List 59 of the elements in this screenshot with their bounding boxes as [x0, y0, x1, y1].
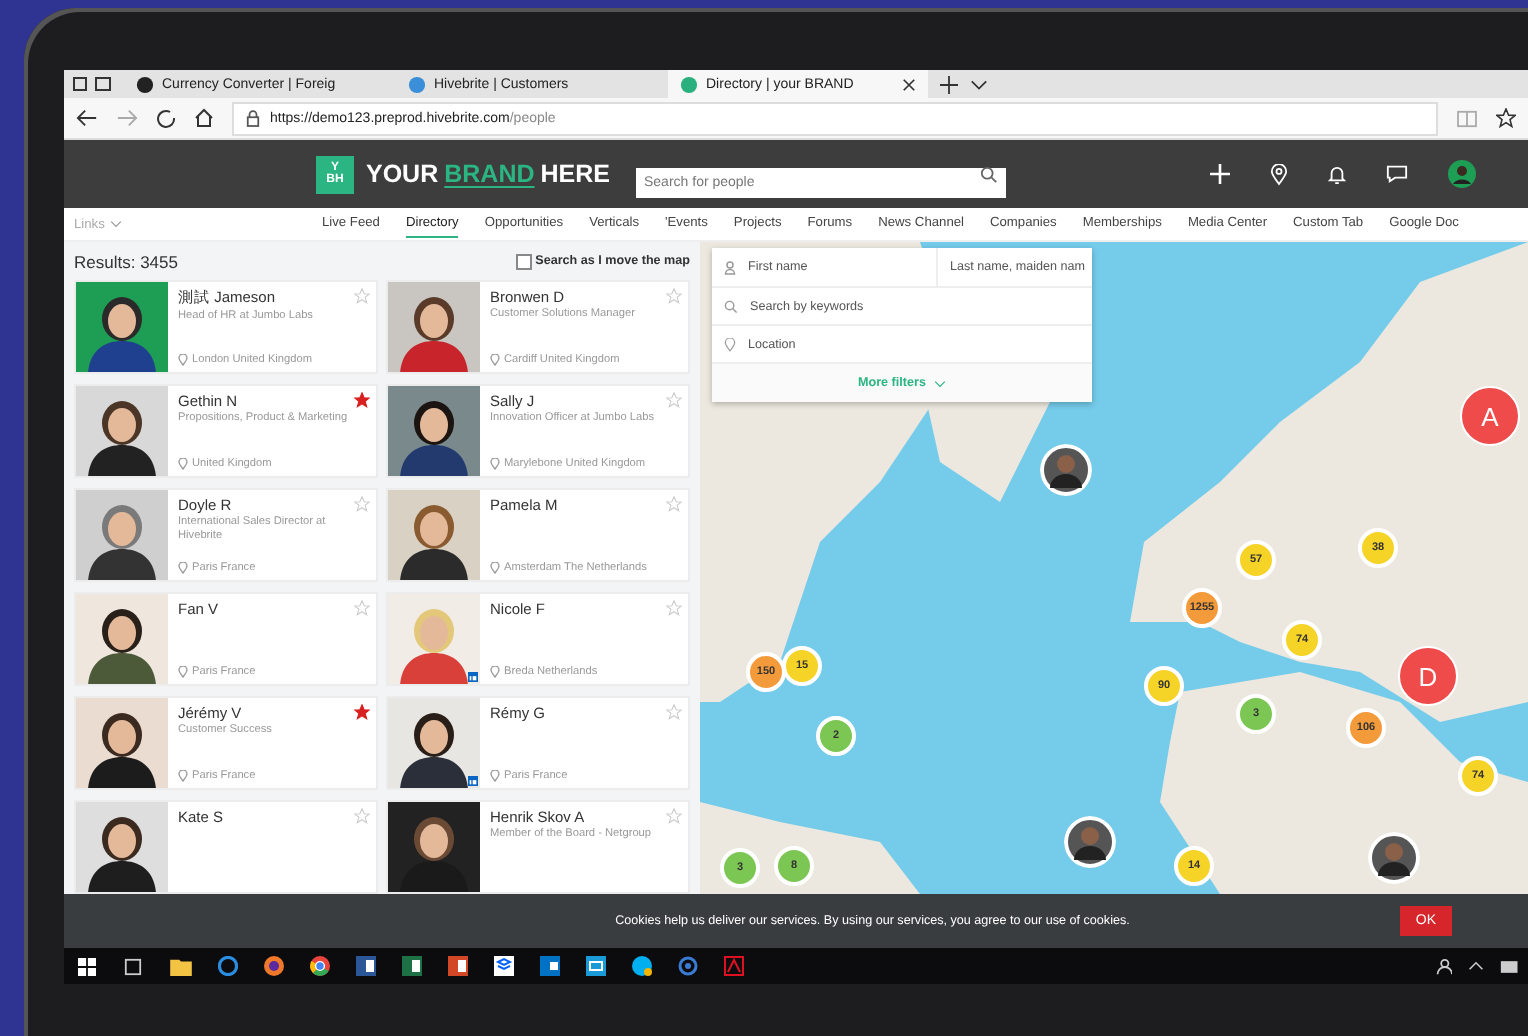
bell-icon[interactable]: [1328, 163, 1346, 185]
browser-icon[interactable]: [310, 956, 330, 976]
chevron-down-icon[interactable]: [970, 75, 988, 93]
mail-app-icon[interactable]: [540, 956, 560, 976]
location-pin-icon: [724, 337, 736, 351]
new-tab-icon[interactable]: [940, 75, 958, 93]
close-icon[interactable]: [902, 77, 916, 91]
home-icon[interactable]: [194, 108, 214, 128]
search-icon: [724, 299, 738, 313]
circle-app-icon[interactable]: [678, 956, 698, 976]
chevron-down-icon: [933, 377, 946, 389]
chat-icon[interactable]: [1386, 164, 1408, 184]
location-pin-icon: [490, 458, 500, 470]
star-icon[interactable]: [354, 392, 370, 408]
pdf-app-icon[interactable]: [724, 956, 744, 976]
back-icon[interactable]: [76, 108, 98, 128]
caret-up-icon[interactable]: [1468, 958, 1484, 974]
site-icon: [136, 75, 154, 93]
results-count: Results: 3455: [74, 251, 178, 271]
location-pin-icon: [178, 354, 188, 366]
lock-icon: [246, 109, 260, 127]
refresh-icon[interactable]: [156, 108, 176, 128]
document-app-icon[interactable]: [356, 956, 376, 976]
tab-actions-icon[interactable]: [72, 74, 112, 94]
location-pin-icon: [490, 354, 500, 366]
chat-app-icon[interactable]: [586, 956, 606, 976]
location-pin-icon: [490, 770, 500, 782]
person-icon: [724, 259, 736, 275]
linkedin-icon[interactable]: [468, 672, 478, 682]
favorite-star-icon[interactable]: [1496, 108, 1516, 128]
checkbox[interactable]: [515, 253, 532, 269]
brand-word: YOUR: [366, 160, 439, 188]
task-view-icon[interactable]: [122, 957, 144, 975]
linkedin-icon[interactable]: [468, 776, 478, 786]
avatar[interactable]: [1448, 160, 1476, 188]
box-app-icon[interactable]: [494, 956, 514, 976]
site-icon: [408, 75, 426, 93]
folder-icon[interactable]: [170, 957, 192, 975]
location-pin-icon: [178, 770, 188, 782]
browser-icon[interactable]: [264, 956, 284, 976]
battery-icon[interactable]: [1500, 959, 1520, 973]
star-icon[interactable]: [354, 704, 370, 720]
location-pin-icon[interactable]: [1270, 163, 1288, 185]
spreadsheet-app-icon[interactable]: [402, 956, 422, 976]
people-icon[interactable]: [1434, 957, 1452, 975]
location-pin-icon: [490, 666, 500, 678]
slides-app-icon[interactable]: [448, 956, 468, 976]
chevron-down-icon: [110, 218, 123, 230]
plus-icon[interactable]: [1210, 164, 1230, 184]
windows-icon[interactable]: [78, 957, 96, 975]
location-pin-icon: [178, 458, 188, 470]
call-app-icon[interactable]: [632, 956, 652, 976]
site-icon: [680, 75, 698, 93]
search-icon: [980, 165, 998, 183]
location-pin-icon: [178, 562, 188, 574]
brand-word: BRAND: [444, 160, 535, 188]
location-pin-icon: [178, 666, 188, 678]
location-pin-icon: [490, 562, 500, 574]
brand-word: HERE: [540, 160, 610, 188]
